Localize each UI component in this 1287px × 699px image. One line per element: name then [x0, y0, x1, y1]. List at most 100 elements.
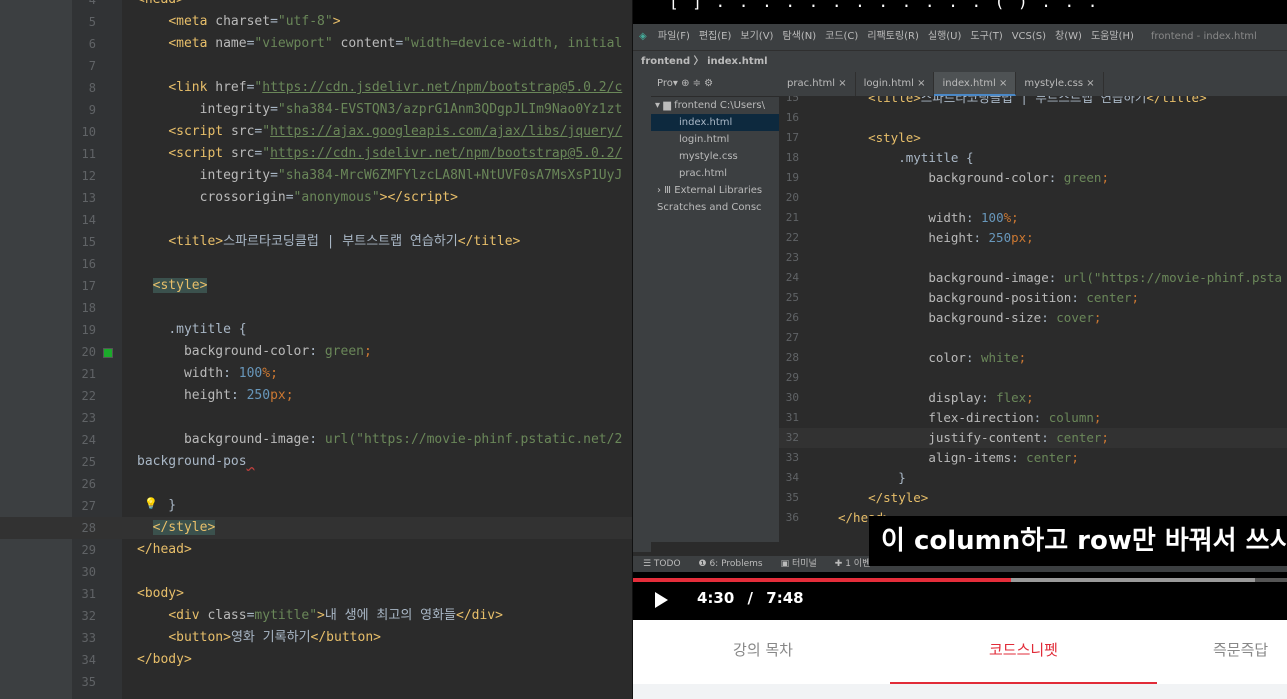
- line-code-text: <button>영화 기록하기</button>: [168, 630, 381, 645]
- code-line[interactable]: 20 background-color: green;: [0, 341, 632, 363]
- ide-line-number: 15: [785, 96, 799, 104]
- tab-table-of-contents[interactable]: 강의 목차: [673, 620, 853, 684]
- ide-code-line: 16: [779, 108, 1287, 128]
- code-line[interactable]: 29 </head>: [0, 539, 632, 561]
- code-line[interactable]: 15 <title>스파르타코딩클럽 | 부트스트랩 연습하기</title>: [0, 231, 632, 253]
- line-number: 20: [81, 345, 96, 359]
- code-line[interactable]: 6 <meta name="viewport" content="width=d…: [0, 33, 632, 55]
- progress-buffer: [1010, 578, 1256, 582]
- video-player[interactable]: [ ] . . . . . . . . . . . . ( ) . . . ◈ …: [633, 0, 1287, 620]
- ide-code-line: 18 .mytitle {: [779, 148, 1287, 168]
- ide-code-line: 30 display: flex;: [779, 388, 1287, 408]
- ide-line-text: color: white;: [928, 350, 1027, 365]
- ide-line-text: height: 250px;: [928, 230, 1034, 245]
- ide-code-line: 26 background-size: cover;: [779, 308, 1287, 328]
- ide-line-text: <style>: [868, 130, 921, 145]
- ide-code-line: 15 <title>스파르타코딩클럽 | 부트스트랩 연습하기</title>: [779, 96, 1287, 108]
- project-tree-item: login.html: [679, 134, 730, 145]
- ide-line-number: 17: [785, 131, 799, 144]
- ide-line-number: 29: [785, 371, 799, 384]
- ide-logo-icon: ◈: [639, 31, 647, 42]
- line-code-text: <title>스파르타코딩클럽 | 부트스트랩 연습하기</title>: [168, 234, 521, 249]
- tab-label: 즉문즉답: [1213, 641, 1269, 659]
- code-line[interactable]: 11 <script src="https://cdn.jsdelivr.net…: [0, 143, 632, 165]
- ide-line-text: align-items: center;: [928, 450, 1079, 465]
- code-line[interactable]: 16: [0, 253, 632, 275]
- tab-qna[interactable]: 즉문즉답: [1213, 620, 1287, 684]
- code-line[interactable]: 31 <body>: [0, 583, 632, 605]
- line-number: 8: [88, 81, 96, 95]
- code-line[interactable]: 18: [0, 297, 632, 319]
- code-line[interactable]: 19 .mytitle {: [0, 319, 632, 341]
- line-number: 36: [72, 693, 96, 699]
- code-line[interactable]: 12 integrity="sha384-MrcW6ZMFYlzcLA8Nl+N…: [0, 165, 632, 187]
- line-number: 13: [81, 191, 96, 205]
- ide-line-text: justify-content: center;: [928, 430, 1109, 445]
- ide-line-number: 26: [785, 311, 799, 324]
- lightbulb-icon[interactable]: 💡: [144, 497, 158, 510]
- play-icon[interactable]: [655, 592, 668, 608]
- line-code-text: <body>: [137, 586, 184, 601]
- ide-line-number: 32: [785, 431, 799, 444]
- code-line[interactable]: 21 width: 100%;: [0, 363, 632, 385]
- left-code-editor[interactable]: 4<head>5 <meta charset="utf-8">6 <meta n…: [0, 0, 632, 699]
- line-number: 9: [88, 103, 96, 117]
- ide-line-number: 31: [785, 411, 799, 424]
- code-line[interactable]: 13 crossorigin="anonymous"></script>: [0, 187, 632, 209]
- video-top-strip: [ ] . . . . . . . . . . . . ( ) . . .: [633, 0, 1287, 24]
- line-number: 32: [81, 609, 96, 623]
- video-progress-bar[interactable]: [633, 578, 1287, 582]
- ide-menu-item: 도움말(H): [1090, 31, 1134, 42]
- ide-line-number: 27: [785, 331, 799, 344]
- ide-line-text: <title>스파르타코딩클럽 | 부트스트랩 연습하기</title>: [868, 96, 1207, 105]
- code-line[interactable]: 8 <link href="https://cdn.jsdelivr.net/n…: [0, 77, 632, 99]
- line-code-text: <head>: [137, 0, 184, 11]
- code-line[interactable]: 17 <style>: [0, 275, 632, 297]
- code-line[interactable]: 4 <head>: [0, 0, 632, 11]
- code-line[interactable]: 35: [0, 671, 632, 693]
- code-line[interactable]: 26: [0, 473, 632, 495]
- line-code-text: <meta name="viewport" content="width=dev…: [168, 36, 623, 51]
- code-line[interactable]: 10 <script src="https://ajax.googleapis.…: [0, 121, 632, 143]
- ide-line-number: 22: [785, 231, 799, 244]
- line-code-text: background-pos: [137, 454, 247, 469]
- ide-line-number: 34: [785, 471, 799, 484]
- line-code-text: <script src="https://cdn.jsdelivr.net/np…: [168, 146, 623, 161]
- ide-code-line: 22 height: 250px;: [779, 228, 1287, 248]
- ide-code-line: 33 align-items: center;: [779, 448, 1287, 468]
- line-code-text: <div class=mytitle">내 생에 최고의 영화들</div>: [168, 608, 503, 623]
- line-code-text: height: 250px;: [183, 388, 294, 403]
- ide-code-area: 15 <title>스파르타코딩클럽 | 부트스트랩 연습하기</title> 1…: [779, 96, 1287, 566]
- code-line[interactable]: 5 <meta charset="utf-8">: [0, 11, 632, 33]
- code-line[interactable]: 14: [0, 209, 632, 231]
- code-line[interactable]: 25 background-pos: [0, 451, 632, 473]
- code-line[interactable]: 27 }: [0, 495, 632, 517]
- code-line[interactable]: 28 </style>: [0, 517, 632, 539]
- project-tree-item: mystyle.css: [679, 151, 738, 162]
- top-strip-text: [ ] . . . . . . . . . . . . ( ) . . .: [669, 0, 1100, 11]
- code-line[interactable]: 34 </body>: [0, 649, 632, 671]
- line-number: 6: [88, 37, 96, 51]
- tab-code-snippet[interactable]: 코드스니펫: [890, 620, 1157, 684]
- code-line[interactable]: 22 height: 250px;: [0, 385, 632, 407]
- line-number: 27: [81, 499, 96, 513]
- code-line[interactable]: 7: [0, 55, 632, 77]
- code-line[interactable]: 23: [0, 407, 632, 429]
- code-line[interactable]: 36 <: [0, 693, 632, 699]
- color-swatch-icon: [103, 348, 113, 358]
- ide-code-line: 24 background-image: url("https://movie-…: [779, 268, 1287, 288]
- ide-code-line: 25 background-position: center;: [779, 288, 1287, 308]
- code-line[interactable]: 9 integrity="sha384-EVSTQN3/azprG1Anm3QD…: [0, 99, 632, 121]
- line-code-text: integrity="sha384-EVSTQN3/azprG1Anm3QDgp…: [199, 102, 623, 117]
- code-line[interactable]: 33 <button>영화 기록하기</button>: [0, 627, 632, 649]
- line-code-text: <script src="https://ajax.googleapis.com…: [168, 124, 623, 139]
- ide-menu-item: 리팩토링(R): [867, 31, 919, 42]
- ide-left-toolbar: [633, 72, 652, 552]
- code-line[interactable]: 30: [0, 561, 632, 583]
- ide-line-number: 19: [785, 171, 799, 184]
- code-line[interactable]: 24 background-image: url("https://movie-…: [0, 429, 632, 451]
- ide-line-number: 36: [785, 511, 799, 524]
- ide-menu-item: 창(W): [1055, 31, 1082, 42]
- project-tree-item: ▾ ▆ frontend C:\Users\: [655, 100, 765, 111]
- code-line[interactable]: 32 <div class=mytitle">내 생에 최고의 영화들</div…: [0, 605, 632, 627]
